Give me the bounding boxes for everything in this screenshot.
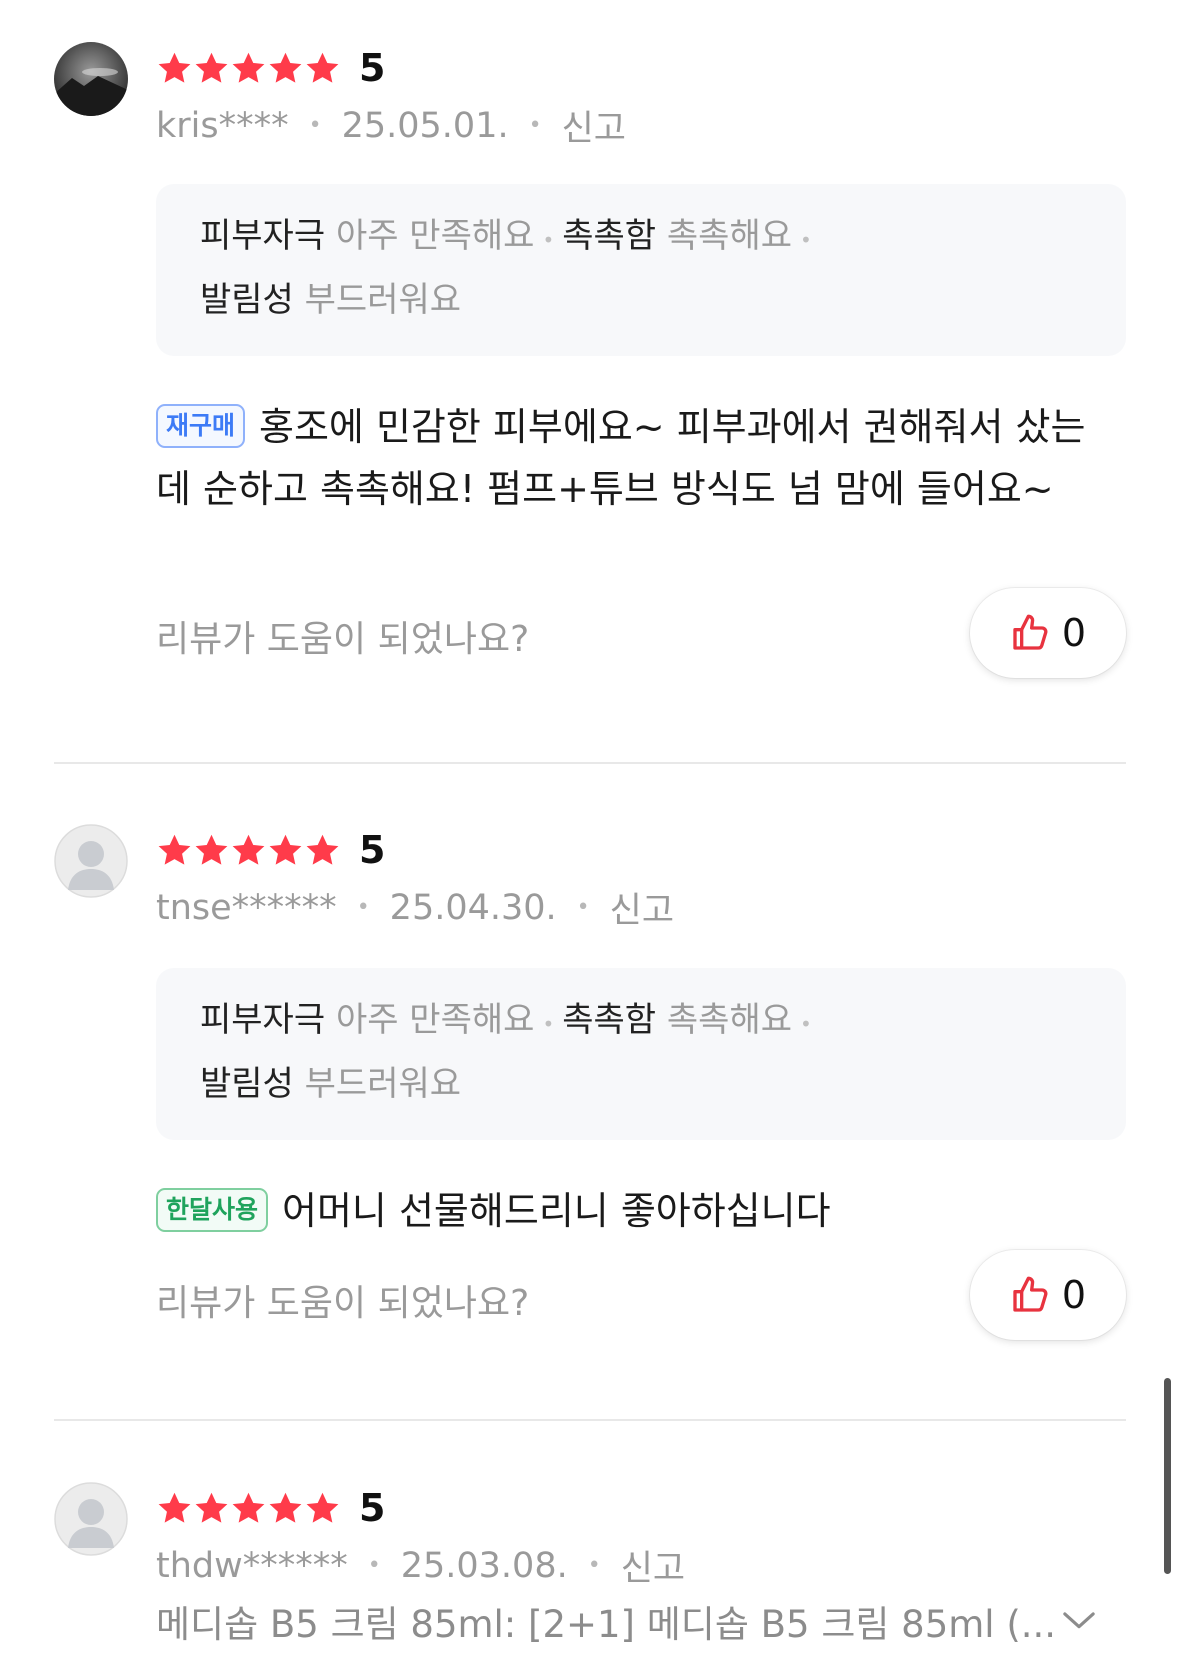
like-button[interactable]: 0: [970, 588, 1126, 678]
star-icon: [158, 52, 191, 83]
like-count: 0: [1061, 611, 1087, 655]
star-icon: [306, 834, 339, 865]
like-button[interactable]: 0: [970, 1250, 1126, 1340]
attribute-name: 피부자극: [200, 216, 326, 256]
review-date: 25.03.08.: [400, 1545, 568, 1586]
star-icon: [158, 834, 191, 865]
chevron-down-icon: [1063, 1612, 1095, 1629]
purchased-option[interactable]: 메디솝 B5 크림 85ml: [2+1] 메디솝 B5 크림 85ml (..…: [156, 1594, 1096, 1648]
report-link[interactable]: 신고: [621, 1540, 685, 1591]
review-date: 25.05.01.: [341, 105, 509, 146]
star-icon: [269, 52, 302, 83]
attribute-value: 촉촉해요: [666, 1000, 793, 1040]
like-count: 0: [1061, 1273, 1087, 1317]
thumbs-up-icon: [1013, 1276, 1048, 1312]
attribute-name: 발림성: [200, 280, 294, 320]
username: thdw******: [156, 1545, 348, 1586]
star-rating: [156, 50, 341, 87]
report-link[interactable]: 신고: [562, 100, 626, 151]
helpful-prompt: 리뷰가 도움이 되었나요?: [156, 1283, 530, 1324]
review-text: 한달사용 어머니 선물해드리니 좋아하십니다: [156, 1180, 1096, 1242]
star-icon: [269, 1492, 302, 1523]
attribute-name: 촉촉함: [562, 1000, 657, 1040]
review-date: 25.04.30.: [389, 887, 557, 928]
attribute-value: 아주 만족해요: [335, 216, 535, 256]
scrollbar[interactable]: [1164, 1378, 1171, 1574]
star-icon: [195, 834, 228, 865]
report-link[interactable]: 신고: [610, 882, 674, 933]
rating-score: 5: [359, 828, 386, 872]
attribute-name: 발림성: [200, 1064, 294, 1104]
username: kris****: [156, 105, 289, 146]
star-icon: [232, 1492, 265, 1523]
attribute-value: 부드러워요: [304, 280, 462, 320]
star-icon: [195, 1492, 228, 1523]
thumbs-up-icon: [1013, 614, 1048, 650]
divider: [54, 762, 1126, 764]
star-icon: [306, 52, 339, 83]
star-rating: [156, 1490, 341, 1527]
star-icon: [306, 1492, 339, 1523]
attribute-value: 촉촉해요: [666, 216, 793, 256]
attribute-value: 아주 만족해요: [335, 1000, 535, 1040]
attribute-summary: 피부자극 아주 만족해요 • 촉촉함 촉촉해요 • 발림성 부드러워요: [156, 968, 1126, 1140]
star-icon: [232, 834, 265, 865]
option-text: 메디솝 B5 크림 85ml: [2+1] 메디솝 B5 크림 85ml (..…: [156, 1603, 1057, 1646]
review-meta: tnse****** • 25.04.30. • 신고: [156, 882, 674, 933]
star-icon: [232, 52, 265, 83]
attribute-name: 촉촉함: [562, 216, 657, 256]
star-icon: [269, 834, 302, 865]
rating-score: 5: [359, 1486, 386, 1530]
helpful-prompt: 리뷰가 도움이 되었나요?: [156, 619, 530, 660]
user-avatar: [54, 1482, 128, 1556]
rating-score: 5: [359, 46, 386, 90]
attribute-value: 부드러워요: [304, 1064, 462, 1104]
star-icon: [195, 52, 228, 83]
divider: [54, 1419, 1126, 1421]
review-meta: kris**** • 25.05.01. • 신고: [156, 100, 626, 151]
rating: 5: [156, 46, 385, 90]
attribute-summary: 피부자극 아주 만족해요 • 촉촉함 촉촉해요 • 발림성 부드러워요: [156, 184, 1126, 356]
review-meta: thdw****** • 25.03.08. • 신고: [156, 1540, 685, 1591]
rating: 5: [156, 1486, 385, 1530]
user-avatar: [54, 42, 128, 116]
review-text: 재구매 홍조에 민감한 피부에요~ 피부과에서 권해줘서 샀는데 순하고 촉촉해요…: [156, 396, 1096, 520]
rating: 5: [156, 828, 385, 872]
repurchase-badge: 재구매: [156, 404, 246, 448]
username: tnse******: [156, 887, 337, 928]
user-avatar: [54, 824, 128, 898]
star-rating: [156, 832, 341, 869]
star-icon: [158, 1492, 191, 1523]
month-use-badge: 한달사용: [156, 1188, 269, 1232]
review-body: 홍조에 민감한 피부에요~ 피부과에서 권해줘서 샀는데 순하고 촉촉해요! 펌…: [156, 405, 1086, 511]
attribute-name: 피부자극: [200, 1000, 326, 1040]
review-body: 어머니 선물해드리니 좋아하십니다: [282, 1189, 831, 1233]
